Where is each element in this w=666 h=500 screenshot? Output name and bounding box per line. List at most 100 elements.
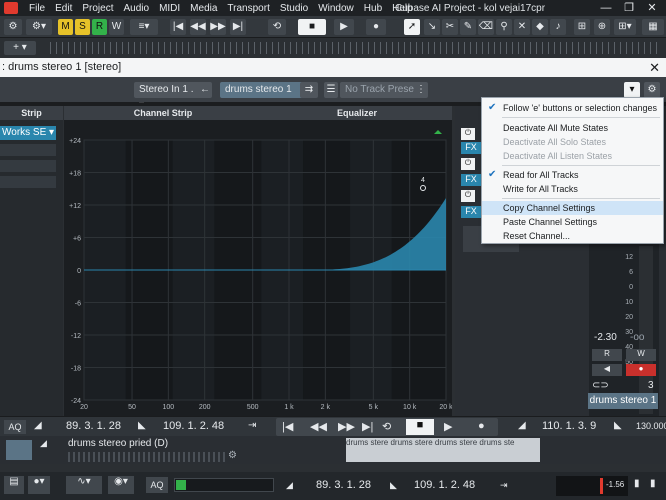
track-icon[interactable]: [6, 440, 32, 460]
range-tool-icon[interactable]: ↘: [424, 19, 440, 35]
link-icon[interactable]: ⊂⊃: [592, 380, 612, 392]
track-name[interactable]: drums stereo pried (D): [68, 438, 248, 452]
record-button[interactable]: ●: [478, 420, 485, 432]
menu-file[interactable]: File: [24, 3, 50, 14]
mute-all-button[interactable]: M: [58, 19, 73, 35]
write-all-button[interactable]: W: [109, 19, 124, 35]
fx-slot-1[interactable]: FX: [461, 142, 481, 154]
record-enable-icon[interactable]: ●: [626, 364, 656, 376]
click-icon[interactable]: ◣: [614, 420, 626, 434]
menu-hub[interactable]: Hub: [359, 3, 387, 14]
read-button[interactable]: R: [592, 349, 622, 361]
split-tool-icon[interactable]: ✂: [442, 19, 458, 35]
erase-tool-icon[interactable]: ⌫: [478, 19, 494, 35]
strip-slot[interactable]: [0, 144, 56, 156]
functions-menu-button[interactable]: ▾: [624, 82, 640, 98]
menu-deactivate-mute[interactable]: Deactivate All Mute States: [482, 121, 663, 135]
bottom-right-locator[interactable]: 109. 1. 2. 48: [414, 479, 475, 491]
locator-icon[interactable]: ◣: [138, 420, 150, 434]
close-icon[interactable]: ✕: [649, 58, 660, 77]
menu-midi[interactable]: MIDI: [154, 3, 185, 14]
rewind-icon[interactable]: ◀◀: [310, 420, 327, 433]
speaker-tool-icon[interactable]: ♪: [550, 19, 566, 35]
glue-tool-icon[interactable]: ◆: [532, 19, 548, 35]
grid-icon[interactable]: ⊕: [594, 19, 610, 35]
locator-icon[interactable]: ◢: [518, 420, 530, 434]
aq-button[interactable]: AQ: [4, 420, 26, 434]
volume-value[interactable]: -2.30: [594, 332, 624, 346]
close-window-button[interactable]: ✕: [641, 0, 663, 16]
object-selection-tool-icon[interactable]: ➚: [404, 19, 420, 35]
zoom-tool-icon[interactable]: ⚲: [496, 19, 512, 35]
gear-icon[interactable]: ⚙: [228, 450, 240, 462]
cycle-icon[interactable]: ⟲: [382, 420, 391, 433]
menu-window[interactable]: Window: [313, 3, 359, 14]
draw-tool-icon[interactable]: ✎: [460, 19, 476, 35]
timeline-ruler[interactable]: [50, 42, 662, 54]
strip-slot[interactable]: [0, 160, 56, 172]
track-locator-icon[interactable]: ◢: [40, 438, 50, 450]
punch-in-icon[interactable]: ⇥: [248, 420, 262, 434]
goto-end-icon[interactable]: ▶|: [230, 19, 246, 35]
menu-read-all-tracks[interactable]: ✔ Read for All Tracks: [482, 168, 663, 182]
preset-browse-icon[interactable]: ⋮: [414, 82, 428, 98]
snap-icon[interactable]: ⊞: [574, 19, 590, 35]
channel-name-label[interactable]: drums stereo 1: [588, 393, 658, 409]
autoscroll-icon[interactable]: ≡▾: [130, 19, 158, 35]
tempo-value[interactable]: 130.000: [636, 421, 666, 431]
forward-icon[interactable]: ▶▶: [210, 19, 226, 35]
quantize-icon[interactable]: ⊞▾: [614, 19, 636, 35]
minimize-button[interactable]: —: [595, 0, 617, 16]
routing-icon[interactable]: ⇉: [300, 82, 318, 98]
input-routing-select[interactable]: Stereo In 1 . ▾: [134, 82, 202, 111]
goto-end-icon[interactable]: ▶|: [362, 420, 373, 433]
restore-button[interactable]: ❐: [618, 0, 640, 16]
activate-project-icon[interactable]: ⚙: [4, 19, 22, 35]
goto-start-icon[interactable]: |◀: [170, 19, 186, 35]
menu-edit[interactable]: Edit: [50, 3, 77, 14]
strip-module-select[interactable]: Works SE ▾: [0, 126, 56, 140]
channel-name-field[interactable]: drums stereo 1: [220, 82, 304, 98]
menu-write-all-tracks[interactable]: Write for All Tracks: [482, 182, 663, 196]
grid-menu-icon[interactable]: ▤: [4, 476, 24, 494]
fx-slot-3[interactable]: FX: [461, 206, 481, 218]
track-preset-field[interactable]: No Track Preset: [340, 82, 422, 98]
settings-dropdown-icon[interactable]: ⚙▾: [26, 19, 52, 35]
preset-icon[interactable]: ☰: [324, 82, 338, 98]
menu-follow-e-buttons[interactable]: ✔ Follow 'e' buttons or selection changes: [482, 101, 663, 115]
power-icon[interactable]: ⏻: [461, 158, 475, 170]
eq-curve-display[interactable]: +24 +18 +12 +6 0 -6 -12 -18 -24 20 50 100 200 500 1 k2…: [64, 120, 452, 416]
read-all-button[interactable]: R: [92, 19, 107, 35]
power-icon[interactable]: ⏻: [461, 128, 475, 140]
menu-studio[interactable]: Studio: [275, 3, 313, 14]
right-locator[interactable]: 109. 1. 2. 48: [163, 420, 224, 432]
mute-tool-icon[interactable]: ✕: [514, 19, 530, 35]
color-icon[interactable]: ▦: [642, 19, 664, 35]
menu-copy-channel-settings[interactable]: Copy Channel Settings: [482, 201, 663, 215]
back-arrow-icon[interactable]: ←: [198, 82, 212, 98]
gear-icon[interactable]: ⚙: [644, 82, 660, 98]
record-mode-icon[interactable]: ●▾: [28, 476, 50, 494]
eq-graph[interactable]: +24+18+12+60-6-12-18-2420 50 100 200 500 1 k2…: [64, 120, 452, 416]
punch-in-icon[interactable]: ⇥: [500, 480, 510, 492]
play-button[interactable]: ▶: [444, 420, 452, 433]
menu-reset-channel[interactable]: Reset Channel...: [482, 229, 663, 243]
bottom-left-locator[interactable]: 89. 3. 1. 28: [316, 479, 371, 491]
punch-icon[interactable]: ◉▾: [108, 476, 134, 494]
solo-all-button[interactable]: S: [75, 19, 90, 35]
play-button[interactable]: ▶: [334, 19, 354, 35]
project-position[interactable]: 110. 1. 3. 9: [542, 420, 596, 432]
add-track-button[interactable]: + ▾: [4, 41, 36, 55]
power-icon[interactable]: ⏻: [461, 190, 475, 202]
locator-icon[interactable]: ◣: [390, 480, 400, 492]
aq-button[interactable]: AQ: [146, 477, 168, 493]
meter-icon[interactable]: ▮: [650, 478, 662, 492]
menu-transport[interactable]: Transport: [222, 3, 274, 14]
record-button[interactable]: ●: [366, 19, 386, 35]
goto-start-icon[interactable]: |◀: [282, 420, 293, 433]
locator-icon[interactable]: ◢: [34, 420, 46, 434]
menu-paste-channel-settings[interactable]: Paste Channel Settings: [482, 215, 663, 229]
monitor-icon[interactable]: ◀: [592, 364, 622, 376]
fx-slot-2[interactable]: FX: [461, 174, 481, 186]
audio-mode-icon[interactable]: ∿▾: [66, 476, 102, 494]
